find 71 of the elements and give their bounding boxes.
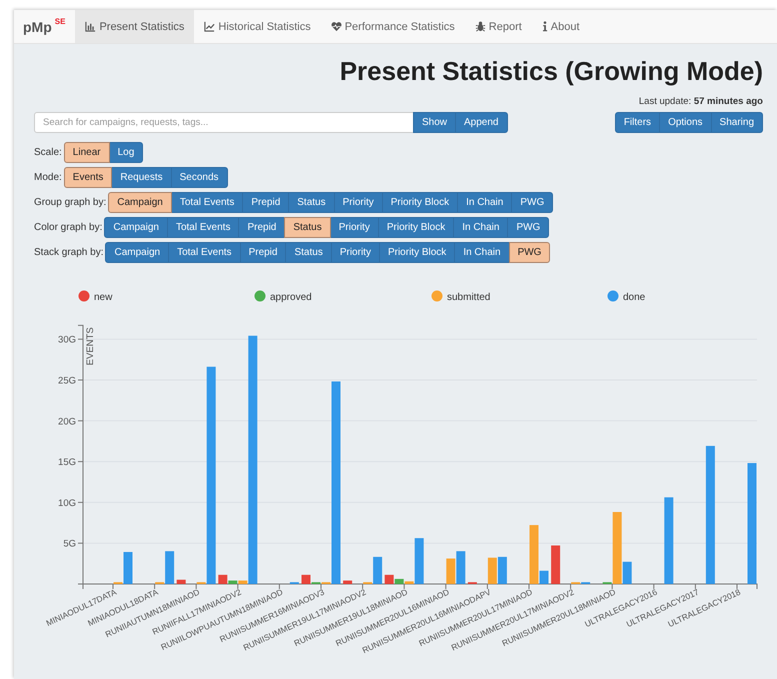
bar [456,551,466,584]
option-button[interactable]: Log [108,142,144,163]
toolbar-button[interactable]: Filters [614,112,660,133]
option-button[interactable]: Priority Block [378,242,456,263]
option-button[interactable]: Prepid [238,217,286,238]
option-label: Group graph by: [34,197,106,208]
option-button[interactable]: Priority [330,217,379,238]
bar [343,580,352,584]
bar [488,558,497,584]
bar [551,545,560,584]
option-button[interactable]: PWG [508,242,550,263]
info-icon [542,21,548,32]
y-tick-label: 15G [58,457,76,468]
nav-tab[interactable]: About [532,10,590,43]
nav-tab[interactable]: Report [464,10,532,43]
option-label: Mode: [34,172,62,183]
option-button[interactable]: Total Events [168,242,241,263]
nav-tab[interactable]: Present Statistics [75,10,194,43]
option-button[interactable]: In Chain [453,217,508,238]
search-field[interactable]: Search for campaigns, requests, tags... [34,112,414,133]
bar [446,558,456,584]
option-button[interactable]: Status [285,242,332,263]
option-button[interactable]: Priority Block [378,217,454,238]
option-button[interactable]: Prepid [240,242,286,263]
y-tick-label: 25G [58,376,76,386]
y-tick-label: 20G [58,416,76,428]
option-button[interactable]: Events [64,167,112,188]
bar [498,556,507,584]
heartbeat-icon [330,21,342,32]
search-action-button[interactable]: Show [413,112,456,133]
option-button[interactable]: Priority [330,242,380,263]
option-button[interactable]: Prepid [242,192,290,213]
option-button[interactable]: PWG [507,217,550,238]
legend-label: approved [270,292,312,303]
option-button[interactable]: Linear [64,142,110,163]
bar-chart-icon [85,21,96,32]
option-button[interactable]: Campaign [108,192,172,213]
option-button[interactable]: Total Events [170,192,244,213]
legend-label: done [623,292,646,303]
option-button[interactable]: Priority Block [382,192,458,213]
brand-logo[interactable]: pMp $^{SE}$ [14,10,76,43]
option-label: Color graph by: [34,222,102,233]
option-label: Scale: [34,147,62,158]
last-update-text: Last update: 57 minutes ago [638,96,763,107]
y-axis-title: EVENTS [85,327,96,366]
search-action-button[interactable]: Append [455,112,508,133]
option-button[interactable]: Status [288,192,335,213]
nav-tab[interactable]: Performance Statistics [320,10,465,43]
toolbar-button[interactable]: Sharing [710,112,763,133]
line-chart-icon [204,21,216,32]
option-button[interactable]: PWG [511,192,554,213]
option-button[interactable]: Status [284,217,331,238]
option-button[interactable]: Campaign [105,242,170,263]
bug-icon [474,21,486,32]
y-tick-label: 5G [63,538,76,550]
option-button[interactable]: In Chain [454,242,510,263]
page-title: Present Statistics (Growing Mode) [338,56,763,87]
y-tick-label: 10G [58,498,76,509]
toolbar-button[interactable]: Options [659,112,712,133]
y-tick-label: 30G [58,334,76,346]
legend-label: submitted [447,292,490,303]
option-button[interactable]: Total Events [166,217,240,238]
option-button[interactable]: Priority [334,192,383,213]
legend-label: new [94,292,112,303]
bar [176,580,186,584]
option-button[interactable]: Campaign [104,217,168,238]
option-label: Stack graph by: [34,247,104,258]
nav-tab[interactable]: Historical Statistics [194,10,321,43]
option-button[interactable]: Seconds [170,167,228,188]
option-button[interactable]: Requests [111,167,172,188]
option-button[interactable]: In Chain [457,192,512,213]
